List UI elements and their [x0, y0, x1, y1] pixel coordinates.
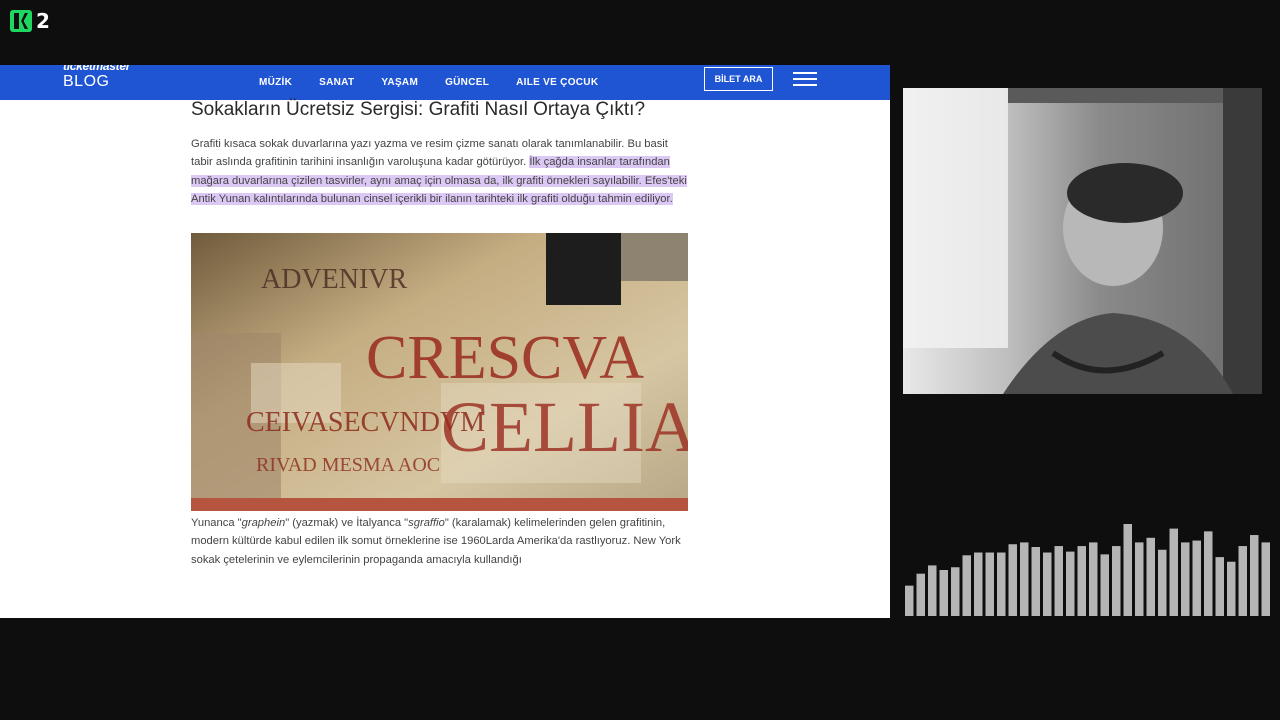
graffiti-letters-bottom: RIVAD MESMA AOC	[256, 454, 440, 476]
article-title: Sokakların Ücretsiz Sergisi: Grafiti Nas…	[191, 99, 646, 120]
nav-link-aile-cocuk[interactable]: AILE VE ÇOCUK	[516, 77, 598, 88]
visualizer-bar	[1008, 544, 1017, 616]
visualizer-bar	[1250, 535, 1259, 616]
k-logo-icon	[10, 10, 32, 32]
browser-viewport: ticketmaster BLOG MÜZİK SANAT YAŞAM GÜNC…	[0, 65, 890, 618]
visualizer-bar	[1135, 542, 1144, 616]
p2-text-c: " (yazmak) ve İtalyanca "	[285, 517, 409, 530]
graffiti-letters-right: CELLIA	[441, 387, 688, 467]
audio-visualizer	[905, 524, 1270, 616]
nav-links: MÜZİK SANAT YAŞAM GÜNCEL AILE VE ÇOCUK	[259, 65, 625, 100]
visualizer-bar	[962, 555, 971, 616]
ticketmaster-blog-logo[interactable]: ticketmaster BLOG	[63, 65, 130, 91]
visualizer-bar	[1181, 542, 1190, 616]
nav-link-yasam[interactable]: YAŞAM	[381, 77, 418, 88]
visualizer-bar	[1158, 549, 1167, 616]
brand-name: ticketmaster	[63, 65, 131, 73]
article-paragraph-1: Grafiti kısaca sokak duvarlarına yazı ya…	[191, 135, 691, 208]
visualizer-bar	[1146, 537, 1155, 616]
graffiti-letters-top: ADVENIVR	[261, 264, 408, 295]
visualizer-bar	[1112, 546, 1121, 616]
p2-text-a: Yunanca "	[191, 517, 242, 530]
site-navbar: ticketmaster BLOG MÜZİK SANAT YAŞAM GÜNC…	[0, 65, 890, 100]
visualizer-bar	[1192, 540, 1201, 616]
p2-graphein: graphein	[241, 517, 286, 530]
visualizer-bar	[1054, 546, 1063, 616]
visualizer-bar	[997, 552, 1006, 616]
webcam-feed	[903, 88, 1262, 394]
visualizer-bar	[1204, 531, 1213, 616]
visualizer-bar	[1169, 528, 1178, 616]
visualizer-bar	[1020, 542, 1029, 616]
visualizer-bar	[1077, 546, 1086, 616]
channel-logo: 2	[10, 9, 50, 33]
graffiti-wall-photo: ADVENIVR CRESCVA CEIVASECVNDVM CELLIA RI…	[191, 233, 688, 512]
visualizer-bar	[905, 585, 914, 616]
visualizer-bar	[985, 552, 994, 616]
graffiti-letters-main: CRESCVA	[366, 324, 644, 392]
nav-link-muzik[interactable]: MÜZİK	[259, 77, 292, 88]
visualizer-bar	[951, 567, 960, 616]
visualizer-bar	[1215, 557, 1224, 616]
visualizer-bar	[1100, 554, 1109, 616]
visualizer-bar	[1227, 561, 1236, 616]
p2-sgraffio: sgraffio	[408, 517, 445, 530]
nav-link-sanat[interactable]: SANAT	[319, 77, 354, 88]
visualizer-bar	[1066, 551, 1075, 616]
visualizer-bar	[939, 570, 948, 616]
visualizer-bar	[1238, 546, 1247, 616]
article-paragraph-2: Yunanca "graphein" (yazmak) ve İtalyanca…	[191, 514, 691, 569]
brand-blog-label: BLOG	[63, 73, 110, 90]
visualizer-bar	[1261, 542, 1270, 616]
visualizer-bar	[928, 565, 937, 616]
article-body: Sokakların Ücretsiz Sergisi: Grafiti Nas…	[191, 97, 691, 580]
visualizer-bar	[1043, 552, 1052, 616]
nav-link-guncel[interactable]: GÜNCEL	[445, 77, 489, 88]
visualizer-bar	[1031, 547, 1040, 616]
visualizer-bar	[916, 573, 925, 616]
bilet-ara-button[interactable]: BİLET ARA	[704, 67, 773, 91]
hamburger-menu-icon[interactable]	[793, 72, 817, 86]
visualizer-bar	[974, 552, 983, 616]
visualizer-bar	[1089, 542, 1098, 616]
channel-number: 2	[36, 9, 50, 33]
visualizer-bar	[1123, 524, 1132, 616]
